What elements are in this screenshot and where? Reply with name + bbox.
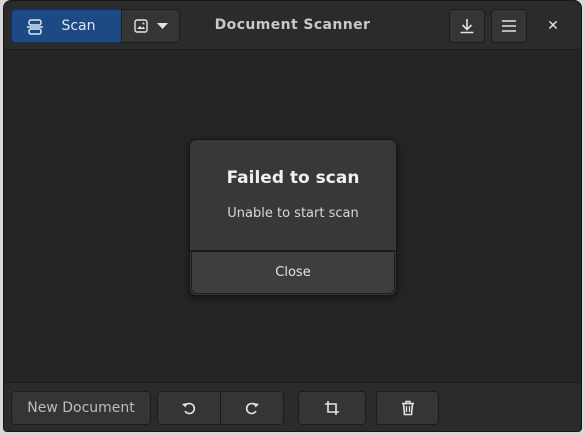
- dialog-close-label: Close: [275, 265, 311, 280]
- rotate-button-group: [157, 391, 284, 425]
- save-button[interactable]: [449, 9, 485, 43]
- main-menu-button[interactable]: [491, 9, 527, 43]
- new-document-button[interactable]: New Document: [11, 391, 151, 425]
- close-icon: ✕: [547, 18, 559, 34]
- rotate-right-icon: [244, 400, 260, 416]
- action-bar: New Document: [4, 382, 581, 431]
- error-dialog: Failed to scan Unable to start scan Clos…: [189, 139, 397, 296]
- rotate-right-button[interactable]: [220, 391, 284, 425]
- header-bar: Scan Document Scanner ✕: [4, 1, 581, 50]
- download-icon: [459, 18, 475, 34]
- dialog-message: Unable to start scan: [227, 206, 359, 221]
- trash-icon: [400, 400, 416, 416]
- new-document-label: New Document: [27, 400, 135, 416]
- rotate-left-button[interactable]: [157, 391, 221, 425]
- dialog-title: Failed to scan: [226, 168, 360, 188]
- app-window: Scan Document Scanner ✕ Failed to scan U…: [3, 0, 582, 432]
- close-window-button[interactable]: ✕: [542, 15, 564, 37]
- delete-button[interactable]: [376, 391, 439, 425]
- crop-button[interactable]: [298, 391, 366, 425]
- dialog-close-button[interactable]: Close: [191, 251, 395, 294]
- crop-icon: [324, 400, 340, 416]
- rotate-left-icon: [181, 400, 197, 416]
- hamburger-menu-icon: [501, 19, 517, 33]
